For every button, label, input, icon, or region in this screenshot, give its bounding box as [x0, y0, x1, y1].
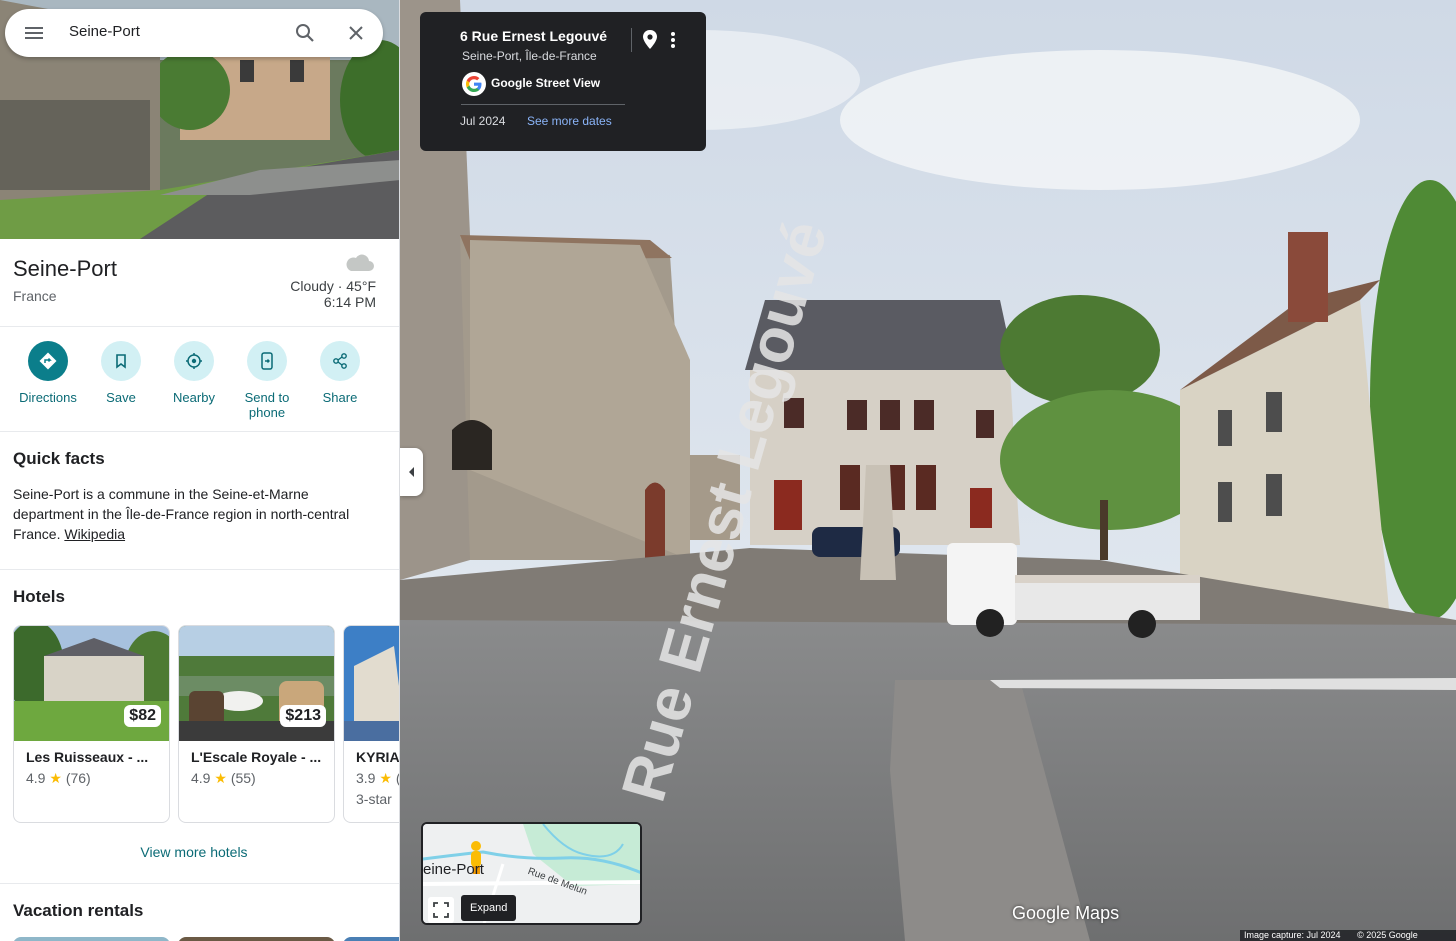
- hotel-class: 3-star: [356, 791, 392, 807]
- fullscreen-icon: [433, 902, 449, 918]
- search-input[interactable]: Seine-Port: [69, 23, 140, 40]
- expand-map-button[interactable]: [428, 897, 454, 923]
- image-capture-text: Image capture: Jul 2024: [1244, 930, 1341, 940]
- google-maps-logo: Google Maps: [1012, 903, 1119, 924]
- hotel-name: Les Ruisseaux - ...: [26, 749, 149, 765]
- hotel-rating: 3.9 ★ (: [356, 770, 399, 787]
- weather-condition: Cloudy · 45°F: [290, 278, 376, 294]
- hotels-section: Hotels $82 Les Ruisseaux - ... 4.9 ★ (76…: [0, 570, 400, 884]
- review-count: (55): [230, 770, 256, 786]
- hotel-name: KYRIAD: [356, 749, 400, 765]
- nearby-button[interactable]: Nearby: [159, 341, 229, 405]
- nearby-label: Nearby: [173, 390, 215, 405]
- wikipedia-link[interactable]: Wikipedia: [64, 526, 125, 542]
- star-icon: ★: [214, 770, 227, 786]
- hotel-rating: 4.9 ★ (55): [191, 770, 256, 787]
- capture-date: Jul 2024: [460, 114, 506, 128]
- logo-maps: Maps: [1075, 903, 1120, 923]
- quick-facts-text: Seine-Port is a commune in the Seine-et-…: [13, 484, 383, 544]
- review-count: (76): [65, 770, 91, 786]
- quick-facts-title: Quick facts: [13, 449, 105, 468]
- hotel-rating: 4.9 ★ (76): [26, 770, 91, 787]
- logo-google: Google: [1012, 903, 1071, 923]
- quick-facts-section: Quick facts Seine-Port is a commune in t…: [0, 432, 399, 570]
- cloud-icon: [346, 254, 374, 271]
- directions-button[interactable]: Directions: [13, 341, 83, 405]
- save-button[interactable]: Save: [86, 341, 156, 405]
- minimap-place-label: eine-Port: [423, 861, 484, 878]
- rental-card[interactable]: [178, 937, 335, 941]
- weather-info: Cloudy · 45°F 6:14 PM: [290, 278, 376, 310]
- vacation-rentals-section: Vacation rentals: [0, 884, 399, 941]
- hotel-price: $213: [280, 705, 326, 727]
- place-header: Seine-Port France Cloudy · 45°F 6:14 PM: [0, 239, 399, 327]
- location-pin-icon[interactable]: [640, 28, 660, 52]
- share-button[interactable]: Share: [305, 341, 375, 405]
- save-label: Save: [106, 390, 136, 405]
- hotel-price: $82: [124, 705, 161, 727]
- nearby-icon: [174, 341, 214, 381]
- hotel-photo: [344, 626, 399, 741]
- street-view-locality: Seine-Port, Île-de-France: [462, 49, 597, 63]
- star-icon: ★: [379, 770, 392, 786]
- collapse-panel-button[interactable]: [400, 448, 423, 496]
- bookmark-icon: [101, 341, 141, 381]
- more-options-icon[interactable]: [664, 28, 682, 52]
- rental-card[interactable]: [343, 937, 399, 941]
- menu-icon[interactable]: [23, 23, 45, 43]
- vacation-rentals-title: Vacation rentals: [13, 901, 144, 920]
- google-logo-icon: [462, 72, 486, 96]
- hotels-title: Hotels: [13, 587, 65, 606]
- hotel-card[interactable]: $213 L'Escale Royale - ... 4.9 ★ (55): [178, 625, 335, 823]
- rating-value: 4.9: [26, 770, 46, 786]
- street-view-info-card: 6 Rue Ernest Legouvé Seine-Port, Île-de-…: [420, 12, 706, 151]
- attribution-bar: Image capture: Jul 2024 © 2025 Google: [1240, 930, 1456, 941]
- view-more-hotels-link[interactable]: View more hotels: [0, 844, 388, 860]
- street-view-panorama[interactable]: Rue Ernest Legouvé 6 Rue Ernest Legouvé …: [400, 0, 1456, 941]
- card-divider: [631, 28, 632, 52]
- place-country: France: [13, 288, 57, 304]
- hotel-card[interactable]: $82 Les Ruisseaux - ... 4.9 ★ (76): [13, 625, 170, 823]
- search-box[interactable]: Seine-Port: [5, 9, 383, 57]
- send-to-phone-button[interactable]: Send to phone: [232, 341, 302, 420]
- directions-icon: [28, 341, 68, 381]
- action-bar: Directions Save Nearby Send to phone Sha…: [0, 327, 399, 432]
- copyright-text[interactable]: © 2025 Google: [1357, 930, 1418, 940]
- send-to-label-line1: Send to: [244, 390, 290, 405]
- hotel-name: L'Escale Royale - ...: [191, 749, 322, 765]
- send-to-phone-label: Send to phone: [232, 390, 302, 420]
- close-icon[interactable]: [344, 21, 368, 45]
- directions-label: Directions: [19, 390, 77, 405]
- share-icon: [320, 341, 360, 381]
- rating-value: 4.9: [191, 770, 211, 786]
- expand-tooltip: Expand: [461, 895, 517, 921]
- review-count: (: [396, 770, 399, 786]
- local-time: 6:14 PM: [323, 294, 376, 310]
- chevron-left-icon: [408, 467, 414, 477]
- street-view-address: 6 Rue Ernest Legouvé: [460, 28, 608, 44]
- send-to-phone-icon: [247, 341, 287, 381]
- hotel-card[interactable]: KYRIAD 3.9 ★ ( 3-star: [343, 625, 400, 823]
- place-title: Seine-Port: [13, 256, 117, 281]
- street-view-provider: Google Street View: [491, 76, 601, 90]
- see-more-dates-link[interactable]: See more dates: [527, 114, 612, 128]
- minimap[interactable]: eine-Port Rue de Melun Expand: [421, 822, 642, 925]
- search-icon[interactable]: [293, 21, 317, 45]
- send-to-label-line2: phone: [248, 405, 286, 420]
- place-panel: Seine-Port Seine-Port France Cloudy · 45…: [0, 0, 400, 941]
- card-divider: [461, 104, 625, 105]
- share-label: Share: [322, 390, 358, 405]
- star-icon: ★: [49, 770, 62, 786]
- rental-card[interactable]: [13, 937, 170, 941]
- rating-value: 3.9: [356, 770, 376, 786]
